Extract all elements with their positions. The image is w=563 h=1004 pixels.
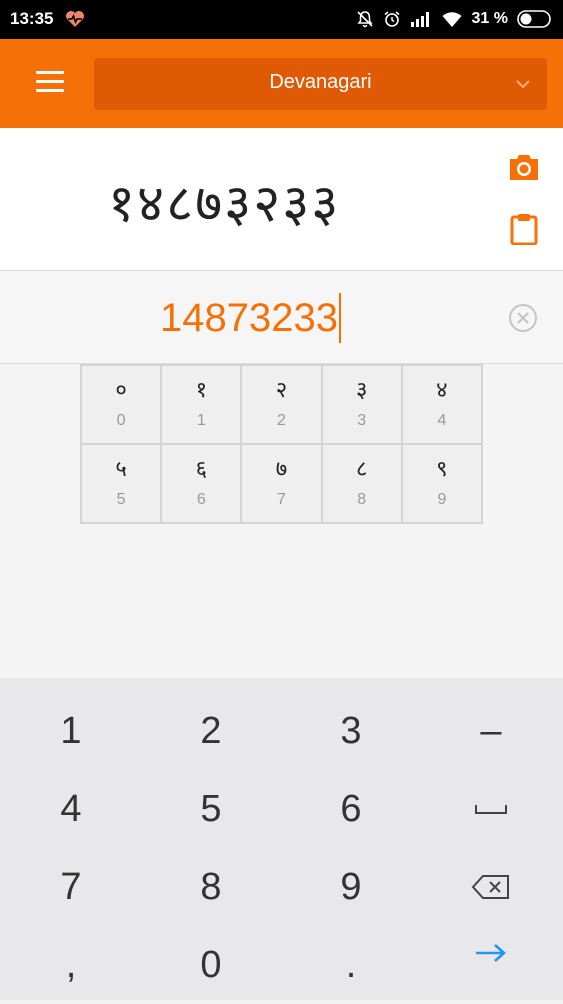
clear-icon[interactable] [508,303,538,333]
chevron-down-icon [516,80,530,89]
devanagari-digit: ० [115,378,127,403]
key-0[interactable]: 0 [141,926,281,1004]
devanagari-digit: ६ [195,457,208,482]
input-panel: 14873233 [0,271,563,364]
converted-output: १४८७३२३३ [108,174,341,234]
arabic-digit: 6 [196,491,206,508]
arabic-digit: 8 [357,491,367,508]
arabic-digit: 1 [196,412,206,429]
key-9[interactable]: 9 [281,848,421,926]
digit-cell-3[interactable]: ३3 [321,365,402,444]
key-5[interactable]: 5 [141,770,281,848]
key-dot[interactable]: . [281,926,421,1004]
script-selector-label: Devanagari [269,71,372,93]
status-icons: 31 % [356,9,553,29]
key-minus[interactable]: – [421,692,561,770]
digit-cell-0[interactable]: ०0 [81,365,162,444]
battery-percent: 31 % [471,10,508,27]
silent-icon [356,11,373,28]
key-3[interactable]: 3 [281,692,421,770]
devanagari-digit: ८ [355,457,368,482]
wifi-icon [442,12,462,27]
digit-cell-4[interactable]: ४4 [401,365,482,444]
battery-icon [517,10,551,28]
key-8[interactable]: 8 [141,848,281,926]
digit-cell-6[interactable]: ६6 [161,444,242,523]
menu-icon[interactable] [36,71,64,93]
devanagari-digit: ४ [436,378,448,403]
key-comma[interactable]: , [1,926,141,1004]
heart-rate-icon [66,11,84,27]
digit-cell-9[interactable]: ९9 [401,444,482,523]
key-4[interactable]: 4 [1,770,141,848]
number-input[interactable]: 14873233 [160,293,341,343]
arabic-digit: 5 [116,491,126,508]
arabic-digit: 4 [437,412,447,429]
devanagari-digit: २ [275,378,288,403]
digit-cell-2[interactable]: २2 [241,365,322,444]
digit-cell-8[interactable]: ८8 [321,444,402,523]
numeric-keyboard: 1 2 3 – 4 5 6 7 8 9 , 0 . [0,678,563,1000]
devanagari-digit: ७ [275,457,288,482]
app-bar: Devanagari [0,39,563,128]
digit-cell-7[interactable]: ७7 [241,444,322,523]
arabic-digit: 2 [277,412,286,429]
digit-cell-1[interactable]: १1 [161,365,242,444]
arabic-digit: 9 [437,491,447,508]
status-bar: 13:35 31 % [0,0,563,39]
alarm-icon [384,11,400,27]
key-7[interactable]: 7 [1,848,141,926]
camera-icon[interactable] [508,152,540,182]
arabic-digit: 0 [116,412,126,429]
digit-table: ०0 १1 २2 ३3 ४4 ५5 ६6 ७7 ८8 ९9 [80,364,483,524]
devanagari-digit: १ [195,378,208,403]
arabic-digit: 7 [277,491,286,508]
key-1[interactable]: 1 [1,692,141,770]
signal-icon [410,12,429,27]
devanagari-digit: ५ [115,457,127,482]
arabic-digit: 3 [357,412,367,429]
key-6[interactable]: 6 [281,770,421,848]
script-selector[interactable]: Devanagari [94,58,547,110]
digit-cell-5[interactable]: ५5 [81,444,162,523]
space-icon[interactable] [421,770,561,848]
clipboard-icon[interactable] [510,213,538,245]
devanagari-digit: ३ [355,378,368,403]
output-panel: १४८७३२३३ [0,128,563,271]
enter-arrow-icon[interactable] [421,914,561,992]
key-2[interactable]: 2 [141,692,281,770]
status-time: 13:35 [10,9,54,28]
devanagari-digit: ९ [436,457,448,482]
